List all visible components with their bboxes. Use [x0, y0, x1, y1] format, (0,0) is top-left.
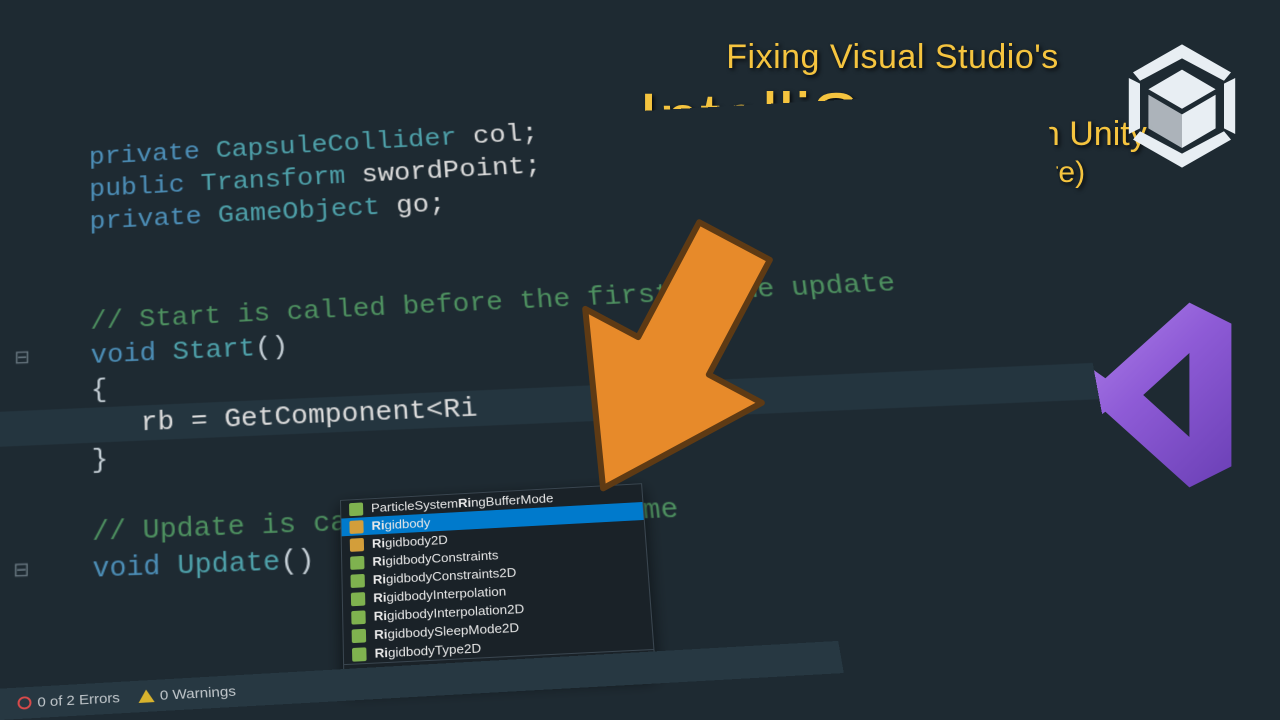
code-text[interactable]: }	[35, 442, 108, 481]
line-number: 9	[0, 178, 10, 214]
fold-toggle-icon	[9, 325, 36, 326]
warning-icon	[138, 689, 155, 703]
line-number: 13	[0, 309, 9, 346]
line-number: 17	[0, 446, 8, 485]
fold-toggle-icon	[9, 258, 36, 259]
fold-toggle-icon[interactable]: ⊟	[8, 341, 35, 376]
fold-toggle-icon	[7, 535, 35, 536]
fold-toggle-icon	[8, 393, 35, 394]
fold-toggle-icon	[8, 463, 36, 464]
fold-toggle-icon	[9, 291, 36, 292]
error-icon	[17, 696, 31, 710]
errors-label: 0 of 2 Errors	[37, 690, 120, 710]
line-number: 11	[0, 243, 9, 280]
warnings-label: 0 Warnings	[160, 683, 237, 703]
class-icon	[349, 520, 363, 534]
fold-toggle-icon[interactable]: ⊟	[7, 553, 35, 591]
class-icon	[350, 537, 364, 551]
errors-chip[interactable]: 0 of 2 Errors	[17, 690, 120, 711]
enum-icon	[352, 628, 367, 642]
line-number: 16	[0, 411, 8, 449]
enum-icon	[352, 647, 367, 661]
fold-toggle-icon	[8, 428, 35, 429]
line-number: 12	[0, 276, 9, 313]
line-number: 14	[0, 343, 9, 381]
line-number: 15	[0, 377, 8, 415]
fold-toggle-icon	[8, 499, 36, 500]
line-number: 18	[0, 482, 8, 521]
fold-toggle-icon	[10, 193, 36, 194]
enum-icon	[351, 610, 366, 624]
line-number: 10	[0, 210, 9, 246]
warnings-chip[interactable]: 0 Warnings	[137, 683, 236, 704]
unity-logo-icon	[1112, 36, 1252, 176]
intellisense-label: Rigidbody2D	[372, 532, 448, 550]
intellisense-label: Rigidbody	[371, 516, 430, 533]
line-number: 19	[0, 518, 8, 557]
line-number: 8	[0, 146, 10, 182]
enum-icon	[351, 592, 365, 606]
fold-toggle-icon	[10, 161, 36, 162]
enum-icon	[349, 502, 363, 516]
enum-icon	[350, 555, 364, 569]
fold-toggle-icon	[9, 225, 35, 226]
code-text[interactable]: {	[36, 372, 108, 410]
enum-icon	[350, 573, 364, 587]
